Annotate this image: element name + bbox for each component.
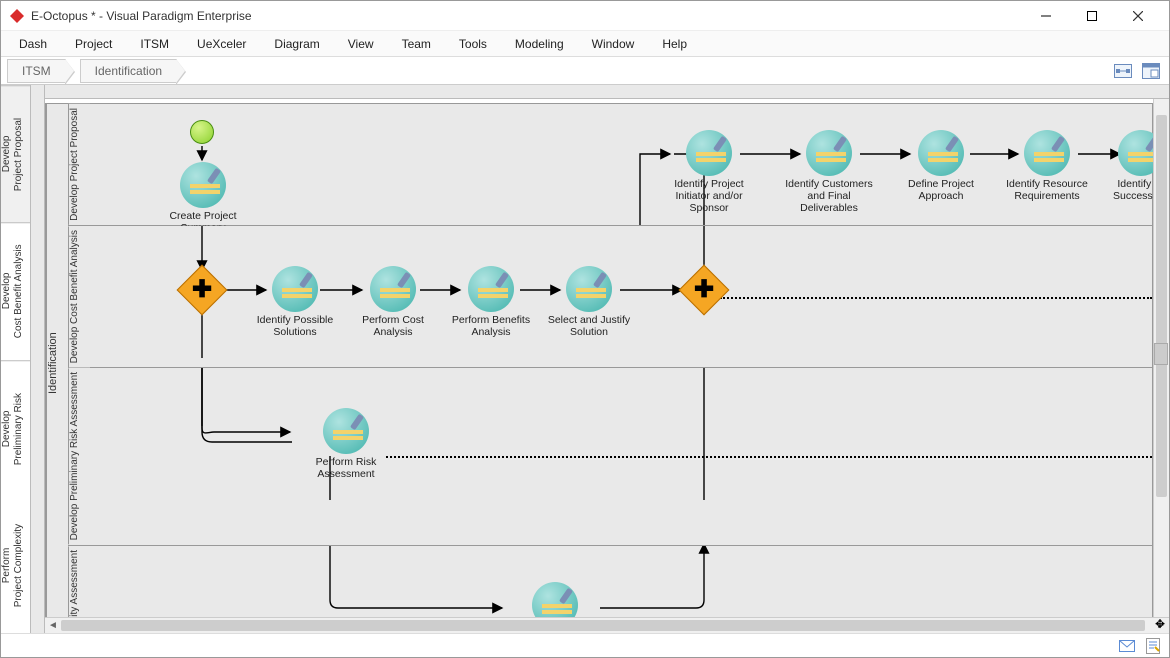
edges-lane4 — [90, 546, 1152, 617]
ruler-vertical — [31, 85, 45, 633]
task-benefits-analysis[interactable]: Perform Benefits Analysis — [446, 266, 536, 338]
maximize-button[interactable] — [1069, 1, 1115, 31]
bpmn-pool-identification[interactable]: Identification Develop Project Proposal — [45, 103, 1153, 617]
pan-handle-icon[interactable]: ✥ — [1153, 617, 1167, 631]
app-icon — [9, 8, 25, 24]
side-tabs: DevelopProject Proposal DevelopCost Bene… — [1, 85, 31, 633]
lane-title: Develop Project Proposal — [68, 104, 90, 225]
statusbar — [1, 633, 1169, 657]
menu-dash[interactable]: Dash — [5, 34, 61, 54]
start-event[interactable] — [190, 120, 214, 144]
menubar: Dash Project ITSM UeXceler Diagram View … — [1, 31, 1169, 57]
gateway-parallel-split[interactable]: ✚ — [177, 264, 228, 315]
lane-title: Perform Project Complexity Assessment — [68, 546, 90, 617]
lane-develop-proposal[interactable]: Develop Project Proposal — [68, 104, 1152, 226]
task-identify-initiator[interactable]: Identify Project Initiator and/or Sponso… — [664, 130, 754, 214]
breadcrumb-identification[interactable]: Identification — [80, 59, 177, 83]
ruler-horizontal — [45, 85, 1169, 99]
hscroll-thumb[interactable] — [61, 620, 1145, 631]
vertical-scrollbar[interactable] — [1153, 99, 1169, 617]
task-identify-resource[interactable]: Identify Resource Requirements — [1002, 130, 1092, 202]
vscroll-grip[interactable] — [1154, 343, 1168, 365]
task-risk-assessment[interactable]: Perform Risk Assessment — [286, 408, 406, 480]
task-complexity-assessment[interactable]: Perform Initial Project Complexity Asses… — [490, 582, 620, 617]
menu-view[interactable]: View — [334, 34, 388, 54]
gateway-parallel-join[interactable]: ✚ — [679, 264, 730, 315]
menu-help[interactable]: Help — [648, 34, 701, 54]
lanes-container: Develop Project Proposal — [68, 104, 1152, 617]
menu-itsm[interactable]: ITSM — [126, 34, 183, 54]
lane-title: Develop Preliminary Risk Assessment — [68, 368, 90, 544]
task-select-justify[interactable]: Select and Justify Solution — [544, 266, 634, 338]
mail-icon[interactable] — [1119, 638, 1135, 654]
task-identify-customers[interactable]: Identify Customers and Final Deliverable… — [784, 130, 874, 214]
note-icon[interactable] — [1145, 638, 1161, 654]
workspace: DevelopProject Proposal DevelopCost Bene… — [1, 85, 1169, 633]
breadcrumb-bar: ITSM Identification — [1, 57, 1169, 85]
hscroll-left-arrow[interactable]: ◄ — [45, 618, 61, 633]
menu-team[interactable]: Team — [388, 34, 445, 54]
canvas-wrap: Identification Develop Project Proposal — [45, 85, 1169, 633]
side-tab-develop-cba[interactable]: DevelopCost Benefit Analysis — [1, 222, 30, 359]
lane-preliminary-risk[interactable]: Develop Preliminary Risk Assessment — [68, 368, 1152, 545]
menu-window[interactable]: Window — [578, 34, 649, 54]
titlebar: E-Octopus * - Visual Paradigm Enterprise — [1, 1, 1169, 31]
lane-cost-benefit[interactable]: Develop Cost Benefit Analysis — [68, 226, 1152, 368]
menu-diagram[interactable]: Diagram — [260, 34, 333, 54]
lane-project-complexity[interactable]: Perform Project Complexity Assessment Pe — [68, 546, 1152, 617]
menu-modeling[interactable]: Modeling — [501, 34, 578, 54]
task-define-approach[interactable]: Define Project Approach — [896, 130, 986, 202]
diagram-canvas[interactable]: Identification Develop Project Proposal — [45, 99, 1169, 617]
close-button[interactable] — [1115, 1, 1161, 31]
window-title: E-Octopus * - Visual Paradigm Enterprise — [31, 9, 1023, 23]
menu-project[interactable]: Project — [61, 34, 126, 54]
vscroll-thumb[interactable] — [1156, 115, 1167, 497]
menu-uexceler[interactable]: UeXceler — [183, 34, 260, 54]
breadcrumb-itsm[interactable]: ITSM — [7, 59, 66, 83]
pool-title: Identification — [46, 104, 68, 617]
minimize-button[interactable] — [1023, 1, 1069, 31]
lane-title: Develop Cost Benefit Analysis — [68, 226, 90, 367]
edges-lane1 — [90, 104, 1152, 225]
horizontal-scrollbar[interactable]: ◄ ► — [45, 617, 1169, 633]
menu-tools[interactable]: Tools — [445, 34, 501, 54]
task-create-project-summary[interactable]: Create Project Summary — [158, 162, 248, 234]
side-tab-develop-risk[interactable]: DevelopPreliminary Risk — [1, 360, 30, 497]
task-identify-solutions[interactable]: Identify Possible Solutions — [250, 266, 340, 338]
side-tab-perform-complexity[interactable]: PerformProject Complexity — [1, 497, 30, 633]
side-tab-develop-proposal[interactable]: DevelopProject Proposal — [1, 85, 30, 222]
diagram-overview-icon[interactable] — [1113, 61, 1133, 81]
task-cost-analysis[interactable]: Perform Cost Analysis — [348, 266, 438, 338]
popup-window-icon[interactable] — [1141, 61, 1161, 81]
